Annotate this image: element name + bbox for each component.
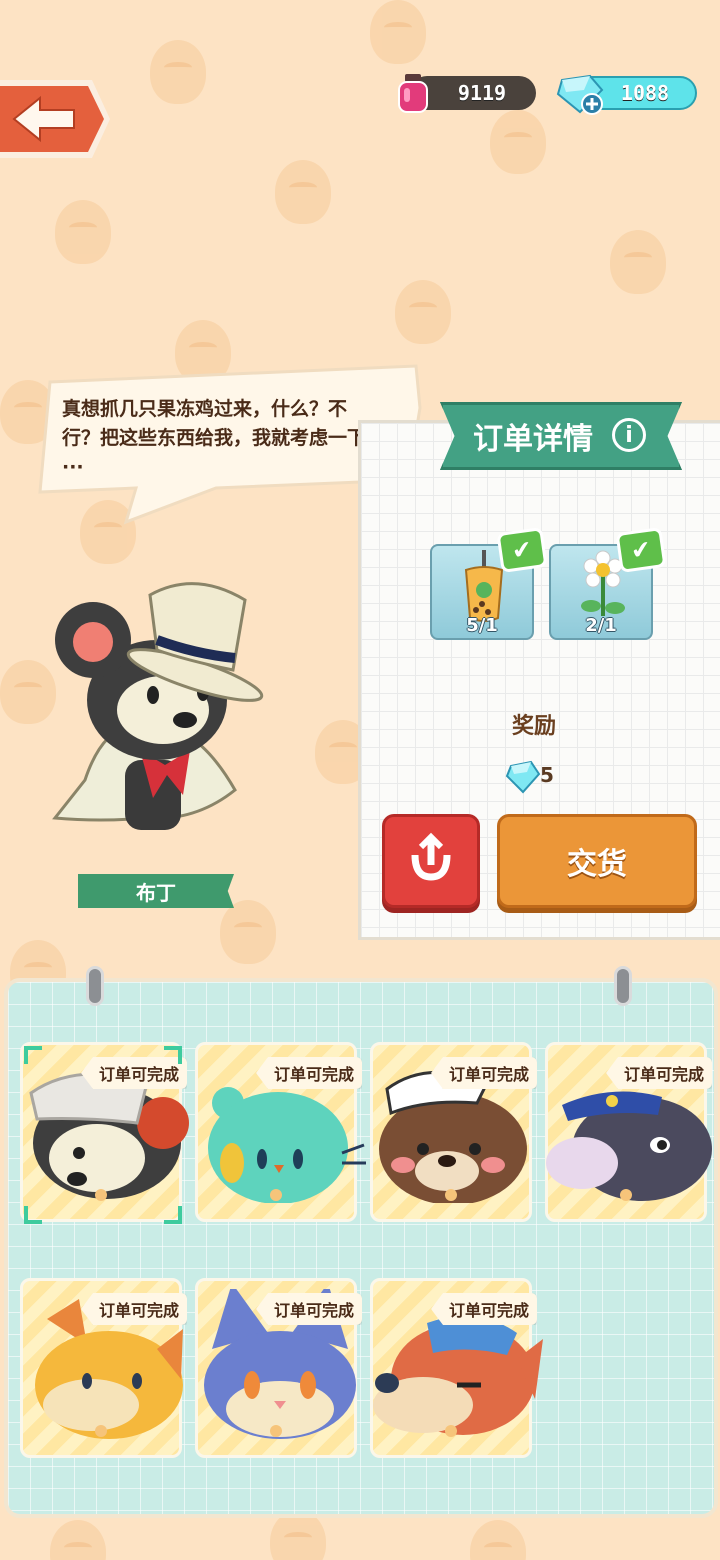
binder-ring [86,966,104,1006]
customer-card-pudding-mouse[interactable]: 订单可完成 [20,1042,189,1222]
selection-corner [164,1046,182,1064]
reward-amount: 5 [540,763,554,787]
requirement-count: 5/1 [466,615,498,636]
info-icon[interactable]: i [612,418,646,452]
undo-icon [411,832,451,881]
back-button[interactable] [0,78,112,160]
order-ready-badge: 订单可完成 [430,1057,537,1089]
customer-card-blue-cat[interactable]: 订单可完成 [195,1278,362,1458]
character-name-tag: 布丁 [78,874,234,908]
customer-card-brown-bear[interactable]: 订单可完成 [370,1042,537,1222]
undo-button[interactable] [382,814,480,908]
gem-icon [505,760,541,794]
order-ready-badge: 订单可完成 [430,1293,537,1325]
order-ready-badge: 订单可完成 [255,1293,362,1325]
order-ready-badge: 订单可完成 [605,1057,712,1089]
customer-card-teal-bird[interactable]: 订单可完成 [195,1042,366,1222]
order-title-text: 订单详情 [473,422,593,457]
customer-card-orange-cat[interactable]: 订单可完成 [20,1278,187,1458]
deliver-button[interactable]: 交货 [497,814,697,908]
order-ready-badge: 订单可完成 [80,1293,187,1325]
binder-ring [614,966,632,1006]
requirement-count: 2/1 [585,615,617,636]
ink-bottle-icon [398,74,428,113]
add-gems-button[interactable] [554,72,606,116]
customer-card-hippo[interactable]: 订单可完成 [545,1042,712,1222]
checkmark-icon: ✔ [615,526,667,574]
selection-corner [24,1046,42,1064]
order-ready-badge: 订单可完成 [255,1057,362,1089]
selection-corner [164,1206,182,1224]
customer-card-red-dog[interactable]: 订单可完成 [370,1278,543,1458]
selection-corner [24,1206,42,1224]
checkmark-icon: ✔ [496,526,548,574]
dialogue-text: 真想抓几只果冻鸡过来，什么？不行？把这些东西给我，我就考虑一下··· [62,398,367,478]
reward-label: 奖励 [512,714,557,739]
pudding-character[interactable] [45,560,275,850]
